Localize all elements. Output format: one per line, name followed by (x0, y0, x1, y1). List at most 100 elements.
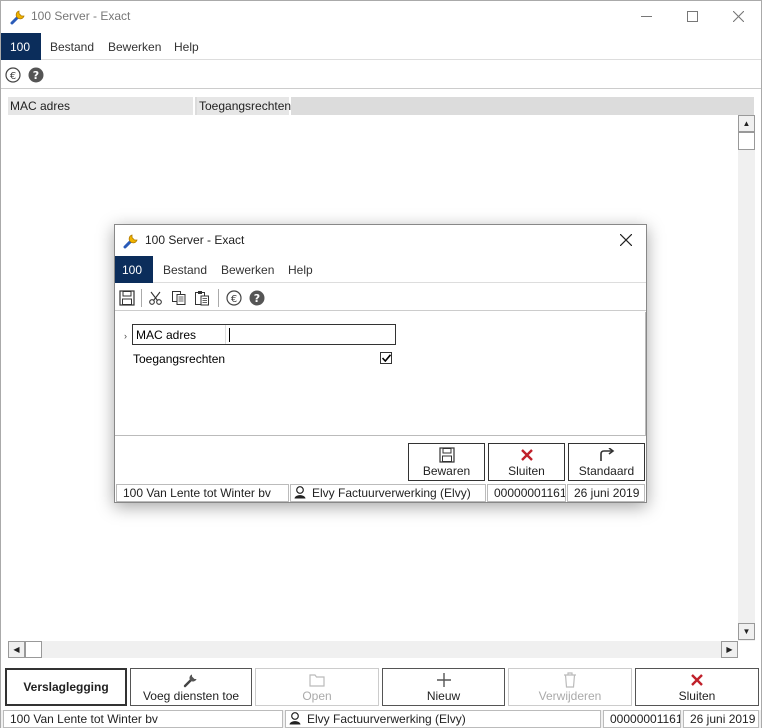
verwijderen-label: Verwijderen (538, 689, 602, 703)
verslaglegging-label: Verslaglegging (23, 680, 109, 694)
dialog-title-bar: 100 Server - Exact (115, 225, 646, 255)
dialog-close-button[interactable] (607, 225, 645, 255)
plus-icon (436, 671, 452, 689)
action-bar: Verslaglegging Voeg diensten toe Open Ni… (1, 664, 761, 708)
verwijderen-button[interactable]: Verwijderen (508, 668, 632, 706)
dialog-status-company: 100 Van Lente tot Winter bv (116, 484, 289, 502)
dialog-title: 100 Server - Exact (145, 233, 245, 247)
paste-icon[interactable] (194, 290, 210, 306)
wrench-app-icon (10, 10, 25, 25)
cut-icon[interactable] (148, 290, 164, 306)
status-bar: 100 Van Lente tot Winter bv Elvy Factuur… (1, 710, 761, 728)
toolbar-separator (218, 289, 219, 307)
vertical-scrollbar[interactable]: ▲ ▼ (738, 115, 755, 641)
column-toegangsrechten[interactable]: Toegangsrechten (197, 97, 291, 115)
status-company: 100 Van Lente tot Winter bv (3, 710, 283, 728)
checkmark-icon (381, 354, 391, 362)
text-caret (229, 328, 230, 342)
status-user: Elvy Factuurverwerking (Elvy) (285, 710, 601, 728)
dialog-menu-help[interactable]: Help (288, 263, 313, 277)
save-icon (438, 446, 455, 464)
help-icon[interactable]: ? (28, 67, 44, 83)
verslaglegging-button[interactable]: Verslaglegging (5, 668, 127, 706)
close-x-icon (691, 671, 703, 689)
dialog-menu-bewerken[interactable]: Bewerken (221, 263, 274, 277)
scroll-up-button[interactable]: ▲ (738, 115, 755, 132)
open-label: Open (302, 689, 332, 703)
close-icon (732, 11, 744, 22)
toolbar-separator (141, 289, 142, 307)
redo-arrow-icon (598, 446, 616, 464)
dialog-status-date: 26 juni 2019 (567, 484, 645, 502)
wrench-app-icon (123, 234, 138, 249)
current-row-marker-icon: › (124, 331, 127, 341)
hscroll-thumb[interactable] (25, 641, 42, 658)
scroll-down-button[interactable]: ▼ (738, 623, 755, 640)
menu-help[interactable]: Help (174, 40, 199, 54)
scroll-right-button[interactable]: ▶ (721, 641, 738, 658)
dialog-toolbar: € ? (115, 284, 646, 311)
dialog-form: › MAC adres Toegangsrechten (115, 312, 646, 436)
title-bar: 100 Server - Exact (1, 1, 761, 32)
grid-header: MAC adres Toegangsrechten (8, 97, 754, 115)
server-dialog: 100 Server - Exact 100 Bestand Bewerken … (114, 224, 647, 503)
help-icon[interactable]: ? (249, 290, 265, 306)
menu-bestand[interactable]: Bestand (50, 40, 94, 54)
status-number: 00000001161 (603, 710, 681, 728)
column-mac-adres[interactable]: MAC adres (8, 97, 195, 115)
menu-bar: 100 Bestand Bewerken Help (1, 33, 761, 60)
toegangsrechten-checkbox[interactable] (380, 352, 392, 364)
nieuw-label: Nieuw (426, 689, 461, 703)
trash-icon (563, 671, 577, 689)
dialog-status-number: 00000001161 (487, 484, 566, 502)
dialog-company-badge[interactable]: 100 (115, 256, 153, 283)
maximize-icon (686, 11, 698, 22)
close-window-button[interactable] (715, 1, 761, 32)
euro-icon[interactable]: € (5, 67, 21, 83)
bewaren-button[interactable]: Bewaren (408, 443, 485, 481)
sluiten-button[interactable]: Sluiten (635, 668, 759, 706)
user-icon (294, 486, 306, 499)
field-divider (225, 325, 226, 344)
toolbar: € ? (1, 61, 761, 89)
copy-icon[interactable] (171, 290, 187, 306)
dialog-sluiten-button[interactable]: Sluiten (488, 443, 565, 481)
save-icon[interactable] (119, 290, 135, 306)
voeg-diensten-toe-label: Voeg diensten toe (142, 689, 240, 703)
toegangsrechten-label: Toegangsrechten (133, 352, 226, 366)
wrench-icon (183, 671, 199, 689)
open-button[interactable]: Open (255, 668, 379, 706)
euro-icon[interactable]: € (226, 290, 242, 306)
svg-text:?: ? (254, 292, 260, 305)
menu-bewerken[interactable]: Bewerken (108, 40, 161, 54)
standaard-label: Standaard (578, 464, 635, 478)
nieuw-button[interactable]: Nieuw (382, 668, 505, 706)
svg-text:€: € (231, 294, 237, 305)
dialog-sluiten-label: Sluiten (508, 464, 545, 478)
dialog-status-user: Elvy Factuurverwerking (Elvy) (290, 484, 486, 502)
status-date: 26 juni 2019 (683, 710, 759, 728)
voeg-diensten-toe-button[interactable]: Voeg diensten toe (130, 668, 252, 706)
folder-icon (309, 671, 325, 689)
user-icon (289, 712, 301, 725)
dialog-menu-bestand[interactable]: Bestand (163, 263, 207, 277)
company-badge[interactable]: 100 (1, 33, 41, 60)
status-user-label: Elvy Factuurverwerking (Elvy) (307, 712, 466, 726)
standaard-button[interactable]: Standaard (568, 443, 645, 481)
svg-text:?: ? (33, 69, 39, 82)
window-title: 100 Server - Exact (31, 9, 131, 23)
dialog-menu-bar: 100 Bestand Bewerken Help (115, 256, 646, 283)
minimize-button[interactable] (623, 1, 669, 32)
dialog-status-bar: 100 Van Lente tot Winter bv Elvy Factuur… (115, 484, 646, 502)
scroll-left-button[interactable]: ◀ (8, 641, 25, 658)
horizontal-scrollbar[interactable]: ◀ ▶ (8, 641, 738, 658)
sluiten-label: Sluiten (678, 689, 716, 703)
scroll-thumb[interactable] (738, 132, 755, 150)
mac-adres-field[interactable]: MAC adres (132, 324, 396, 345)
svg-text:€: € (10, 71, 16, 82)
close-icon (620, 234, 632, 246)
maximize-button[interactable] (669, 1, 715, 32)
close-x-icon (520, 446, 533, 464)
mac-adres-label: MAC adres (136, 328, 197, 342)
bewaren-label: Bewaren (422, 464, 471, 478)
